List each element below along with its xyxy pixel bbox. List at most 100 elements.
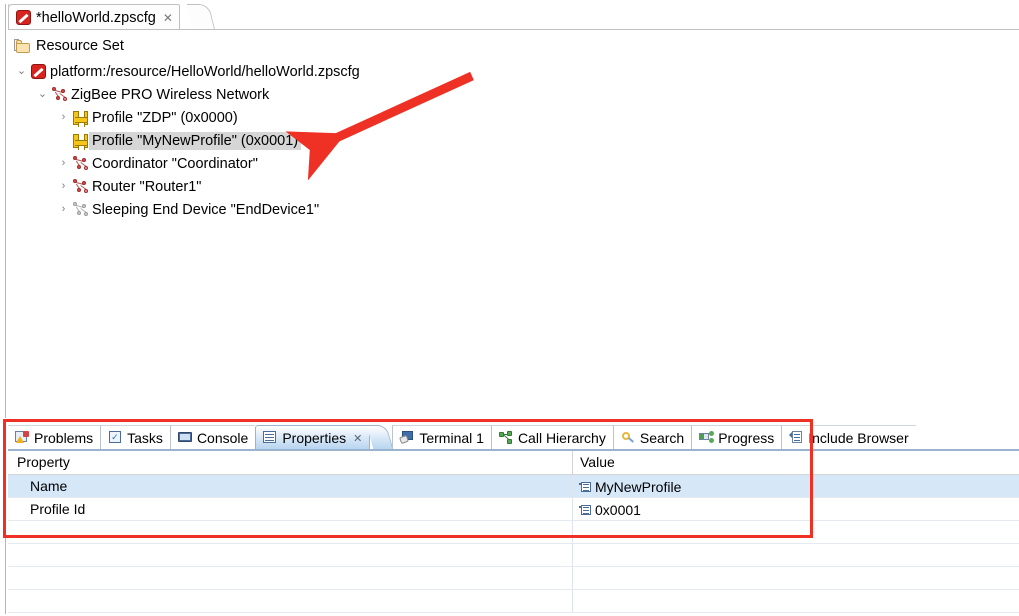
close-icon[interactable]: ✕ bbox=[353, 432, 362, 445]
column-header-value[interactable]: Value bbox=[573, 451, 1019, 474]
router-icon bbox=[72, 179, 88, 194]
editor-tab-strip: *helloWorld.zpscfg ✕ bbox=[8, 2, 1019, 30]
tree-item-label: Profile "ZDP" (0x0000) bbox=[92, 109, 238, 126]
network-icon-slot bbox=[50, 87, 68, 102]
value-text-icon bbox=[579, 481, 591, 493]
properties-row[interactable]: Name MyNewProfile bbox=[8, 475, 1019, 498]
tree-item-label: Profile "MyNewProfile" (0x0001) bbox=[89, 131, 302, 150]
zpscfg-file-icon bbox=[16, 10, 31, 25]
tree-item-4[interactable]: › Coordinator "Coordinator" bbox=[0, 152, 1015, 175]
property-value-text: 0x0001 bbox=[595, 502, 641, 518]
profile-icon-slot bbox=[71, 133, 89, 150]
view-tab-progress[interactable]: Progress bbox=[691, 425, 782, 450]
view-tab-label: Search bbox=[639, 430, 685, 446]
properties-table-header: Property Value bbox=[8, 451, 1019, 475]
empty-value-cell bbox=[573, 590, 1019, 612]
coordinator-icon-slot bbox=[71, 156, 89, 171]
view-tab-label: Properties bbox=[282, 430, 347, 446]
chevron-right-icon[interactable]: › bbox=[56, 204, 71, 215]
empty-value-cell bbox=[573, 544, 1019, 566]
tasks-icon: ✓ bbox=[108, 431, 123, 445]
view-tab-tasks[interactable]: ✓ Tasks bbox=[100, 425, 170, 450]
end-device-icon bbox=[72, 202, 88, 217]
properties-icon bbox=[263, 431, 278, 445]
view-tab-slant bbox=[366, 425, 394, 450]
call-hierarchy-icon bbox=[498, 431, 514, 445]
editor-tab-slant bbox=[186, 4, 216, 30]
property-name-cell: Name bbox=[8, 475, 573, 497]
view-tab-search[interactable]: Search bbox=[612, 425, 692, 450]
editor-tab-underline bbox=[8, 29, 1019, 30]
include-browser-icon bbox=[789, 431, 804, 445]
properties-table: Property Value Name MyNewProfile Profile I… bbox=[8, 451, 1019, 616]
tree-item-6[interactable]: › Sleeping End Device "EndDevice1" bbox=[0, 198, 1015, 221]
view-tab-properties[interactable]: Properties ✕ bbox=[255, 425, 371, 450]
chevron-down-icon[interactable]: ⌄ bbox=[35, 89, 50, 100]
tree-item-label: platform:/resource/HelloWorld/helloWorld… bbox=[50, 63, 360, 80]
resource-set-row: Resource Set bbox=[14, 38, 124, 54]
tree-item-label: ZigBee PRO Wireless Network bbox=[71, 86, 270, 103]
view-tab-label: Tasks bbox=[127, 430, 163, 446]
editor-area: *helloWorld.zpscfg ✕ Resource Set ⌄ platf… bbox=[0, 0, 1019, 418]
view-tab-label: Console bbox=[196, 430, 249, 446]
profile-icon bbox=[72, 133, 88, 150]
tree-item-label: Router "Router1" bbox=[92, 178, 202, 195]
editor-tab-label: *helloWorld.zpscfg bbox=[36, 9, 156, 26]
empty-property-cell bbox=[8, 590, 573, 612]
end-device-icon-slot bbox=[71, 202, 89, 217]
folder-icon bbox=[14, 39, 30, 53]
network-icon bbox=[51, 87, 67, 102]
chevron-right-icon[interactable]: › bbox=[56, 112, 71, 123]
tree-item-2[interactable]: › Profile "ZDP" (0x0000) bbox=[0, 106, 1015, 129]
properties-table-body: Name MyNewProfile Profile Id 0x0001 bbox=[8, 475, 1019, 613]
zpscfg-file-icon bbox=[30, 64, 46, 79]
view-tab-label: Include Browser bbox=[808, 430, 909, 446]
view-tab-label: Terminal 1 bbox=[419, 430, 484, 446]
search-icon bbox=[621, 431, 636, 445]
chevron-right-icon[interactable]: › bbox=[56, 181, 71, 192]
console-icon bbox=[177, 431, 193, 445]
properties-row[interactable]: Profile Id 0x0001 bbox=[8, 498, 1019, 521]
close-icon[interactable]: ✕ bbox=[163, 12, 173, 24]
property-value-cell[interactable]: MyNewProfile bbox=[573, 475, 1019, 497]
view-tab-label: Progress bbox=[718, 430, 775, 446]
profile-icon bbox=[72, 110, 88, 127]
problems-icon bbox=[15, 431, 30, 445]
view-tab-problems[interactable]: Problems bbox=[8, 425, 101, 450]
value-text-icon bbox=[579, 504, 591, 516]
empty-property-cell bbox=[8, 567, 573, 589]
tree-item-label: Sleeping End Device "EndDevice1" bbox=[92, 201, 320, 218]
properties-empty-row[interactable] bbox=[8, 521, 1019, 544]
view-tab-label: Call Hierarchy bbox=[517, 430, 606, 446]
tree-item-5[interactable]: › Router "Router1" bbox=[0, 175, 1015, 198]
column-header-property[interactable]: Property bbox=[8, 451, 573, 474]
property-value-text: MyNewProfile bbox=[595, 479, 682, 495]
view-tab-console[interactable]: Console bbox=[169, 425, 256, 450]
editor-tab-helloworld[interactable]: *helloWorld.zpscfg ✕ bbox=[8, 4, 180, 30]
view-left-rail bbox=[5, 420, 6, 614]
view-tab-include-browser[interactable]: Include Browser bbox=[781, 425, 916, 450]
properties-empty-row[interactable] bbox=[8, 544, 1019, 567]
tree-item-label: Coordinator "Coordinator" bbox=[92, 155, 258, 172]
view-tab-strip: Problems ✓ Tasks Console Properties ✕ Terminal… bbox=[8, 423, 1019, 450]
empty-property-cell bbox=[8, 544, 573, 566]
chevron-right-icon[interactable]: › bbox=[56, 158, 71, 169]
resource-set-label: Resource Set bbox=[36, 38, 124, 54]
properties-empty-row[interactable] bbox=[8, 590, 1019, 613]
tree-item-3[interactable]: Profile "MyNewProfile" (0x0001) bbox=[0, 129, 1015, 152]
chevron-down-icon[interactable]: ⌄ bbox=[14, 66, 29, 77]
view-tab-label: Problems bbox=[34, 430, 94, 446]
profile-icon-slot bbox=[71, 110, 89, 127]
property-name-cell: Profile Id bbox=[8, 498, 573, 520]
tree-item-0[interactable]: ⌄ platform:/resource/HelloWorld/helloWorl… bbox=[0, 60, 1015, 83]
view-tab-terminal-1[interactable]: Terminal 1 bbox=[392, 425, 491, 450]
property-value-cell[interactable]: 0x0001 bbox=[573, 498, 1019, 520]
properties-empty-row[interactable] bbox=[8, 567, 1019, 590]
tree-item-1[interactable]: ⌄ ZigBee PRO Wireless Network bbox=[0, 83, 1015, 106]
model-tree: ⌄ platform:/resource/HelloWorld/helloWorl… bbox=[0, 60, 1015, 221]
view-tab-call-hierarchy[interactable]: Call Hierarchy bbox=[490, 425, 613, 450]
zpscfg-file-icon-slot bbox=[29, 64, 47, 79]
eclipse-window: *helloWorld.zpscfg ✕ Resource Set ⌄ platf… bbox=[0, 0, 1019, 616]
coordinator-icon bbox=[72, 156, 88, 171]
empty-property-cell bbox=[8, 521, 573, 543]
